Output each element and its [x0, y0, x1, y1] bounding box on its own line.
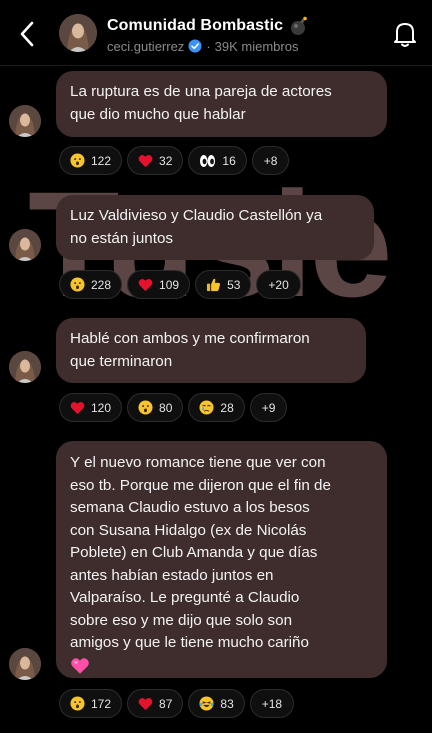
- channel-title: Comunidad Bombastic: [107, 17, 284, 34]
- message-line: Valparaíso. Le pregunté a Claudio: [70, 589, 300, 606]
- hushed-face-icon: [70, 277, 85, 292]
- channel-subtitle: ceci.gutierrez · 39K miembros: [107, 37, 298, 55]
- chat-header: Comunidad Bombastic ceci.gutierrez · 39K…: [0, 0, 432, 66]
- reaction-count: 28: [220, 400, 234, 415]
- reaction-pill[interactable]: 228: [59, 270, 123, 299]
- owner-name: ceci.gutierrez: [107, 38, 185, 54]
- sender-avatar[interactable]: [9, 648, 41, 680]
- message-line: amigos y que le tiene mucho cariño: [70, 634, 309, 651]
- reaction-bar: 122 32 16 +8: [59, 146, 290, 175]
- message-bubble[interactable]: Y el nuevo romance tiene que ver con eso…: [56, 441, 387, 678]
- reaction-count: 83: [220, 696, 234, 711]
- sender-avatar[interactable]: [9, 229, 41, 261]
- reaction-pill[interactable]: 120: [59, 393, 123, 422]
- reaction-pill[interactable]: 80: [127, 393, 184, 422]
- more-reactions-pill[interactable]: +8: [251, 146, 290, 175]
- message-bubble[interactable]: Hablé con ambos y me confirmaron que ter…: [56, 318, 366, 383]
- message-line: Poblete) en Club Amanda y que días: [70, 544, 318, 561]
- reaction-count: 80: [159, 400, 173, 415]
- laughing-tears-icon: [199, 696, 214, 711]
- verified-badge-icon: [188, 39, 202, 53]
- sender-avatar[interactable]: [9, 351, 41, 383]
- message-line: eso tb. Porque me dijeron que el fin de: [70, 476, 331, 494]
- reaction-count: 32: [159, 153, 173, 168]
- message-line: que dio mucho que hablar: [70, 105, 246, 123]
- hushed-face-icon: [138, 400, 153, 415]
- reaction-pill[interactable]: 53: [195, 270, 252, 299]
- notifications-button[interactable]: [391, 20, 419, 48]
- sender-avatar[interactable]: [9, 105, 41, 137]
- back-button[interactable]: [14, 20, 40, 48]
- more-reactions-pill[interactable]: +20: [256, 270, 301, 299]
- reaction-count: 53: [227, 277, 241, 292]
- more-reactions-count: +18: [261, 696, 283, 711]
- separator-dot: ·: [206, 38, 211, 54]
- message-bubble[interactable]: Luz Valdivieso y Claudio Castellón ya no…: [56, 195, 374, 260]
- message-line: sobre eso y me dijo que solo son: [70, 611, 293, 629]
- message-line: Y el nuevo romance tiene que ver con: [70, 454, 326, 471]
- message-line: con Susana Hidalgo (ex de Nicolás: [70, 521, 307, 539]
- thumbs-up-icon: [207, 278, 221, 292]
- reaction-count: 172: [91, 696, 112, 711]
- reaction-bar: 228 109 53 +20: [59, 270, 301, 299]
- reaction-pill[interactable]: 109: [127, 270, 191, 299]
- hushed-face-icon: [70, 153, 85, 168]
- more-reactions-pill[interactable]: +9: [249, 393, 288, 422]
- reaction-pill[interactable]: 28: [188, 393, 245, 422]
- more-reactions-count: +20: [268, 277, 289, 292]
- message-line: antes habían estado juntos en: [70, 566, 274, 584]
- reaction-pill[interactable]: 172: [59, 689, 123, 718]
- reaction-count: 120: [91, 400, 112, 415]
- reaction-count: 16: [222, 153, 236, 168]
- red-heart-icon: [138, 697, 153, 710]
- message-line: La ruptura es de una pareja de actores: [70, 83, 332, 100]
- message-line: semana Claudio estuvo a los besos: [70, 499, 310, 516]
- more-reactions-count: +9: [261, 400, 276, 415]
- more-reactions-count: +8: [263, 153, 278, 168]
- message-line: que terminaron: [70, 352, 173, 370]
- reaction-pill[interactable]: 87: [127, 689, 184, 718]
- message-line: Luz Valdivieso y Claudio Castellón ya: [70, 207, 323, 224]
- more-reactions-pill[interactable]: +18: [249, 689, 295, 718]
- chevron-left-icon: [20, 21, 34, 47]
- pink-heart-icon: [71, 657, 89, 674]
- reaction-pill[interactable]: 32: [127, 146, 184, 175]
- eyes-icon: [200, 154, 216, 167]
- member-count: 39K miembros: [214, 38, 299, 54]
- reaction-count: 109: [159, 277, 180, 292]
- message-emoji-line: [70, 655, 373, 677]
- hushed-face-icon: [70, 696, 85, 711]
- channel-avatar[interactable]: [59, 14, 97, 52]
- red-heart-icon: [138, 278, 153, 291]
- message-bubble[interactable]: La ruptura es de una pareja de actores q…: [56, 71, 387, 137]
- reaction-bar: 120 80 28 +9: [59, 393, 288, 422]
- red-heart-icon: [70, 401, 85, 414]
- bell-icon: [394, 23, 416, 47]
- red-heart-icon: [138, 154, 153, 167]
- bomb-icon: [291, 16, 307, 35]
- reaction-bar: 172 87 83 +18: [59, 689, 295, 718]
- reaction-pill[interactable]: 83: [188, 689, 245, 718]
- reaction-count: 87: [159, 696, 173, 711]
- reaction-count: 122: [91, 153, 112, 168]
- channel-title-row[interactable]: Comunidad Bombastic: [107, 15, 309, 37]
- reaction-pill[interactable]: 16: [188, 146, 247, 175]
- crying-face-icon: [199, 400, 214, 415]
- message-line: Hablé con ambos y me confirmaron: [70, 330, 310, 347]
- reaction-count: 228: [91, 277, 112, 292]
- reaction-pill[interactable]: 122: [59, 146, 123, 175]
- message-line: no están juntos: [70, 229, 174, 247]
